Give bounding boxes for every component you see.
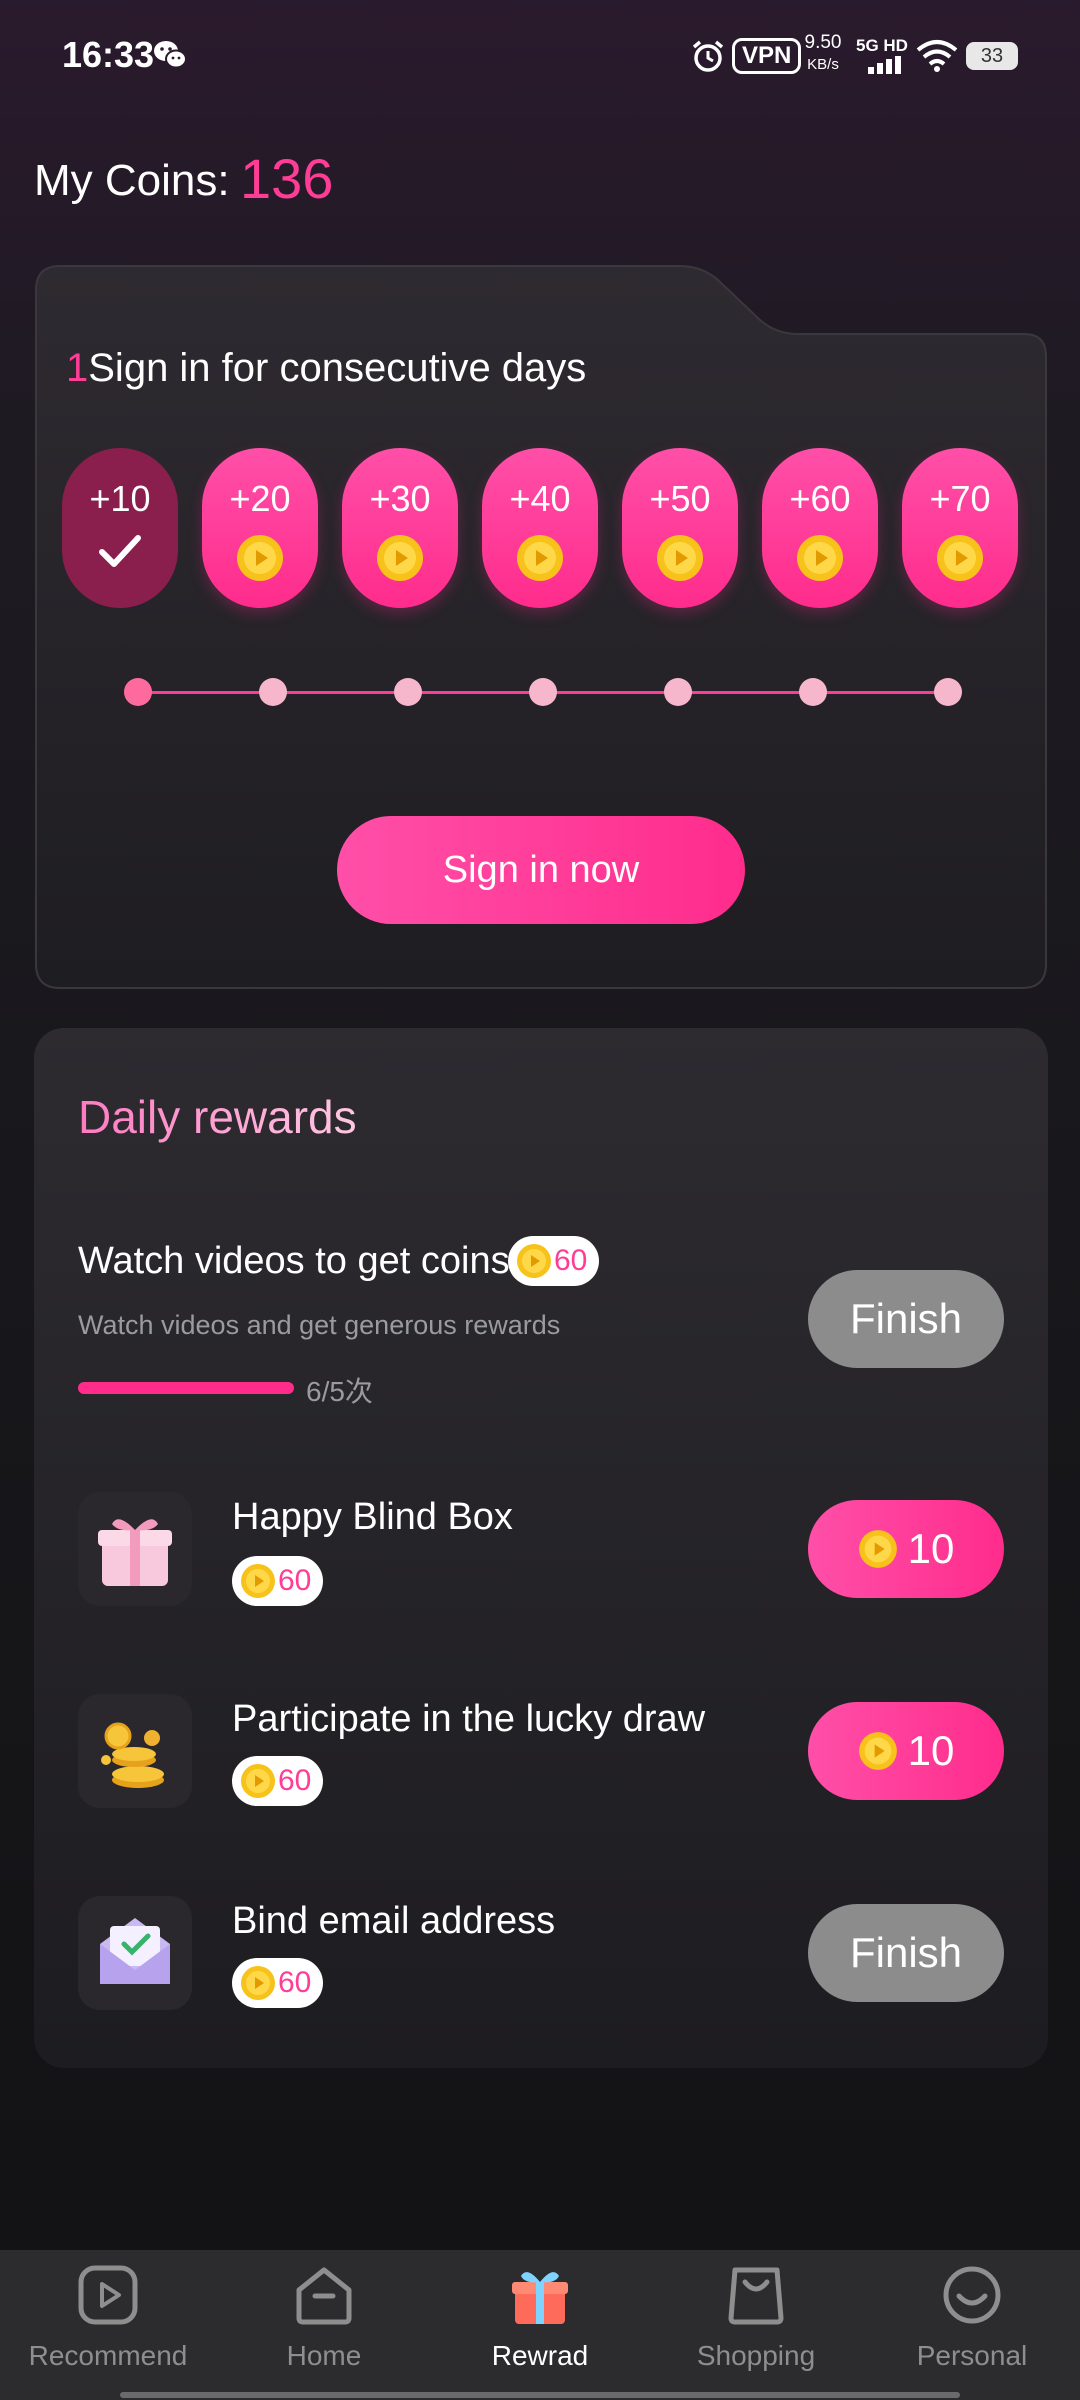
signin-day-4[interactable]: +40	[482, 448, 598, 608]
signin-day-7[interactable]: +70	[902, 448, 1018, 608]
reward-value: 60	[278, 1764, 312, 1797]
claim-button-label: 10	[907, 1727, 955, 1774]
signin-day-amount: +60	[789, 478, 851, 519]
signin-day-amount: +20	[229, 478, 291, 519]
signin-day-amount: +70	[929, 478, 991, 519]
signin-day-1[interactable]: +10	[62, 448, 178, 608]
nav-label: Rewrad	[491, 2340, 589, 2371]
coin-icon	[858, 1530, 897, 1568]
gift-box-thumbnail	[78, 1492, 192, 1606]
signin-progress-dot	[934, 678, 962, 706]
signin-title-number: 1	[66, 346, 89, 390]
status-time: 16:33	[62, 34, 155, 75]
envelope-check-icon	[100, 1918, 170, 1984]
signin-title: 1Sign in for consecutive days	[66, 346, 586, 391]
reward-value: 60	[278, 1966, 312, 1999]
signin-progress-dot	[259, 678, 287, 706]
signin-day-amount: +30	[369, 478, 431, 519]
signin-day-2[interactable]: +20	[202, 448, 318, 608]
coin-icon	[241, 1966, 275, 2000]
finish-button-bind-email[interactable]: Finish	[808, 1904, 1004, 2002]
home-icon	[296, 2267, 352, 2325]
nav-label: Home	[286, 2340, 362, 2371]
network-speed: 9.50 KB/s	[800, 32, 846, 76]
finish-button-watch-videos[interactable]: Finish	[808, 1270, 1004, 1368]
wifi-icon	[916, 40, 958, 72]
coin-icon	[657, 535, 703, 581]
signin-day-amount: +40	[509, 478, 571, 519]
coins-value: 136	[240, 147, 334, 210]
claim-button-lucky-draw[interactable]: 10	[808, 1702, 1004, 1800]
network-type: 5G HD	[856, 36, 908, 55]
task-subtitle: Watch videos and get generous rewards	[78, 1310, 561, 1340]
nav-recommend[interactable]: Recommend	[18, 2262, 198, 2372]
nav-label: Recommend	[28, 2340, 188, 2371]
nav-label: Personal	[916, 2340, 1028, 2371]
shopping-bag-icon	[728, 2267, 784, 2325]
nav-reward[interactable]: Rewrad	[450, 2262, 630, 2372]
coin-icon	[517, 1244, 551, 1278]
signin-progress-dot	[529, 678, 557, 706]
gesture-bar[interactable]	[120, 2392, 960, 2398]
smile-face-icon	[943, 2266, 1001, 2324]
reward-pill: 60	[232, 1556, 324, 1606]
battery-indicator: 33	[966, 42, 1018, 70]
alarm-icon	[692, 40, 724, 72]
signin-title-text: Sign in for consecutive days	[88, 346, 587, 390]
coin-icon	[237, 535, 283, 581]
reward-pill: 60	[508, 1236, 600, 1286]
signin-day-5[interactable]: +50	[622, 448, 738, 608]
daily-rewards-title: Daily rewards	[78, 1091, 357, 1143]
signin-day-3[interactable]: +30	[342, 448, 458, 608]
sign-in-button[interactable]: Sign in now	[337, 816, 745, 924]
claim-button-label: 10	[907, 1525, 955, 1572]
signin-progress-dot	[124, 678, 152, 706]
coin-icon	[517, 535, 563, 581]
email-thumbnail	[78, 1896, 192, 2010]
vpn-badge: VPN	[732, 38, 802, 74]
claim-button-blind-box[interactable]: 10	[808, 1500, 1004, 1598]
lucky-draw-thumbnail	[78, 1694, 192, 1808]
task-progress-bar	[78, 1382, 294, 1394]
wechat-icon	[154, 41, 187, 69]
coin-icon	[797, 535, 843, 581]
reward-pill: 60	[232, 1756, 324, 1806]
coin-icon	[241, 1764, 275, 1798]
task-progress-text: 6/5次	[306, 1376, 373, 1407]
task-title-bind-email: Bind email address	[232, 1900, 556, 1942]
coin-icon	[377, 535, 423, 581]
check-icon	[99, 535, 141, 567]
task-title-blind-box: Happy Blind Box	[232, 1496, 513, 1538]
coin-icon	[858, 1732, 897, 1770]
gift-box-icon	[98, 1519, 172, 1586]
signin-progress-dot	[799, 678, 827, 706]
task-title-lucky-draw: Participate in the lucky draw	[232, 1698, 706, 1740]
coin-icon	[937, 535, 983, 581]
gift-icon	[512, 2272, 568, 2324]
speed-value: 9.50	[804, 32, 842, 53]
play-square-icon	[78, 2265, 138, 2325]
task-title-watch-videos: Watch videos to get coins	[78, 1240, 510, 1282]
reward-pill: 60	[232, 1958, 324, 2008]
nav-home[interactable]: Home	[234, 2262, 414, 2372]
coin-icon	[241, 1564, 275, 1598]
signal-icon	[868, 56, 901, 74]
nav-label: Shopping	[696, 2340, 816, 2371]
signin-day-amount: +10	[89, 478, 151, 519]
signin-progress-dot	[394, 678, 422, 706]
signin-day-amount: +50	[649, 478, 711, 519]
nav-shopping[interactable]: Shopping	[666, 2262, 846, 2372]
coin-stack-icon	[101, 1722, 164, 1788]
signin-progress-dot	[664, 678, 692, 706]
reward-value: 60	[278, 1564, 312, 1597]
nav-personal[interactable]: Personal	[882, 2262, 1062, 2372]
coins-label: My Coins:	[34, 156, 230, 205]
signin-day-6[interactable]: +60	[762, 448, 878, 608]
speed-unit: KB/s	[807, 56, 839, 73]
reward-value: 60	[554, 1244, 588, 1277]
